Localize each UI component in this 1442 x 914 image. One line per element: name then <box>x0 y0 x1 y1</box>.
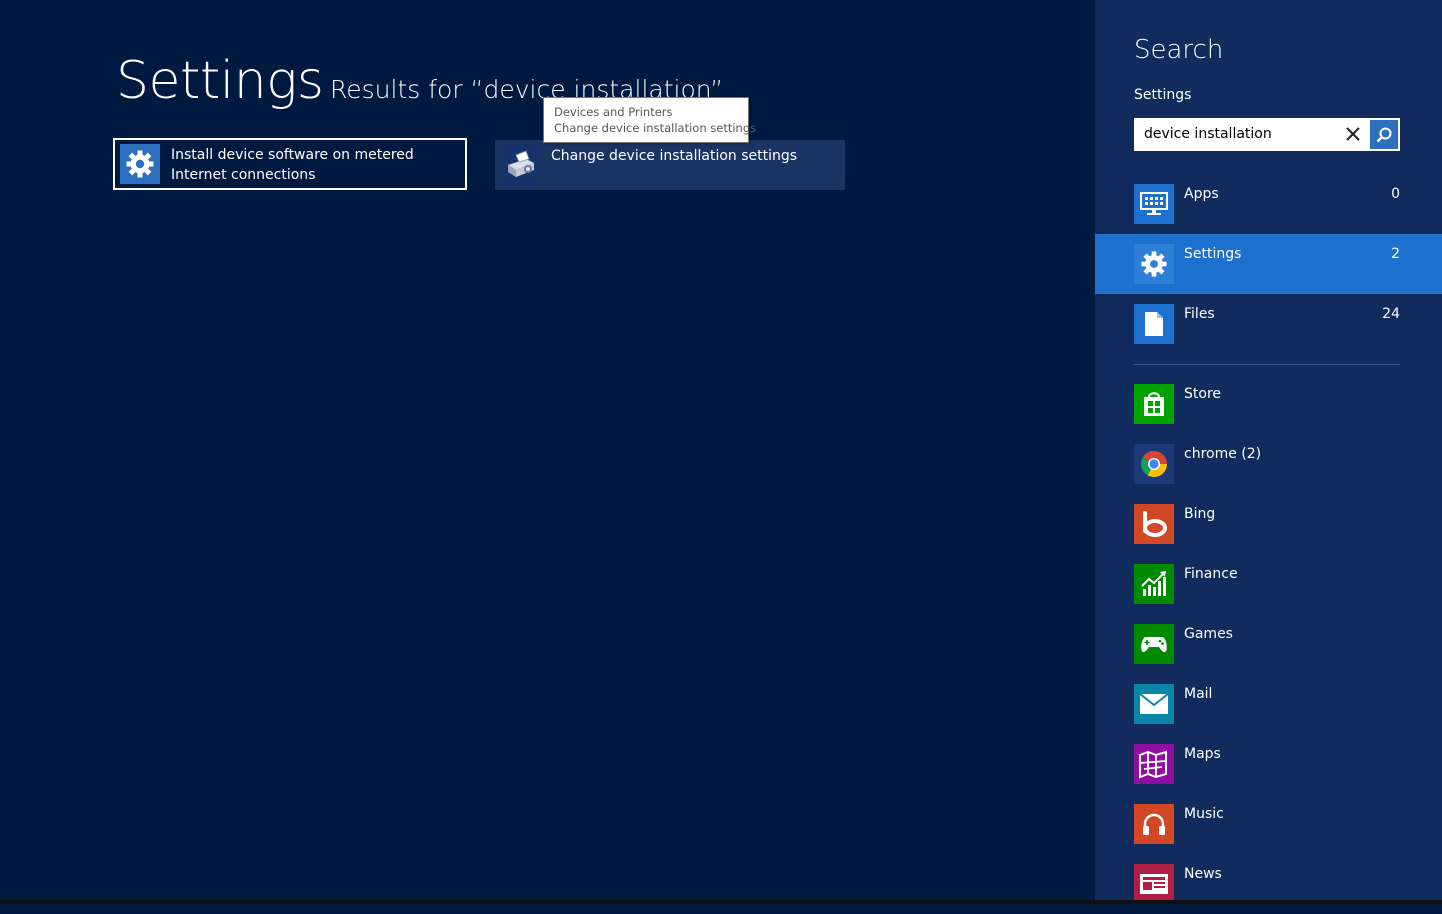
scope-label: Settings <box>1184 246 1242 262</box>
tooltip-title: Devices and Printers <box>554 105 673 119</box>
app-label: Finance <box>1184 566 1238 582</box>
file-icon <box>1134 304 1174 344</box>
apps-icon <box>1134 184 1174 224</box>
screen-bottom-edge <box>0 900 1442 904</box>
search-input[interactable] <box>1134 118 1344 149</box>
app-chrome[interactable]: chrome (2) <box>1095 434 1442 494</box>
scope-files[interactable]: Files 24 <box>1095 294 1442 354</box>
devices-printers-icon <box>500 145 540 185</box>
app-label: Games <box>1184 626 1233 642</box>
gear-icon <box>120 144 160 184</box>
scope-label: Apps <box>1184 186 1219 202</box>
app-music[interactable]: Music <box>1095 794 1442 854</box>
app-label: Music <box>1184 806 1224 822</box>
app-label: Store <box>1184 386 1222 402</box>
result-install-device-software[interactable]: Install device software on metered Inter… <box>113 138 467 190</box>
gear-icon <box>1134 244 1174 284</box>
maps-icon <box>1134 744 1174 784</box>
chrome-icon <box>1134 444 1174 484</box>
app-mail[interactable]: Mail <box>1095 674 1442 734</box>
result-label: Install device software on metered Inter… <box>171 147 414 183</box>
finance-icon <box>1134 564 1174 604</box>
scope-count: 0 <box>1391 186 1400 202</box>
search-results-area: Settings Results for “device installatio… <box>0 0 1095 904</box>
app-label: News <box>1184 866 1222 882</box>
clear-search-button[interactable] <box>1340 121 1366 147</box>
games-icon <box>1134 624 1174 664</box>
music-icon <box>1134 804 1174 844</box>
scope-apps[interactable]: Apps 0 <box>1095 174 1442 234</box>
page-title: Settings <box>116 51 324 111</box>
result-label: Change device installation settings <box>551 148 798 164</box>
search-icon <box>1376 127 1392 142</box>
mail-icon <box>1134 684 1174 724</box>
close-icon <box>1346 127 1360 141</box>
scope-count: 24 <box>1382 306 1400 322</box>
search-box <box>1134 118 1400 151</box>
tooltip-description: Change device installation settings <box>554 121 757 135</box>
app-news[interactable]: News <box>1095 854 1442 914</box>
bing-icon <box>1134 504 1174 544</box>
store-icon <box>1134 384 1174 424</box>
search-pane: Search Settings device installation Apps… <box>1095 0 1442 904</box>
scope-settings[interactable]: Settings 2 <box>1095 234 1442 294</box>
app-games[interactable]: Games <box>1095 614 1442 674</box>
result-tooltip: Devices and Printers Change device insta… <box>543 97 757 143</box>
app-store[interactable]: Store <box>1095 374 1442 434</box>
news-icon <box>1134 864 1174 904</box>
app-label: chrome (2) <box>1184 446 1262 462</box>
app-finance[interactable]: Finance <box>1095 554 1442 614</box>
app-maps[interactable]: Maps <box>1095 734 1442 794</box>
search-button[interactable] <box>1370 120 1398 149</box>
search-scope-label: Settings <box>1134 87 1192 103</box>
app-bing[interactable]: Bing <box>1095 494 1442 554</box>
search-pane-title: Search <box>1134 35 1224 65</box>
app-label: Maps <box>1184 746 1221 762</box>
divider <box>1134 364 1400 365</box>
app-label: Mail <box>1184 686 1213 702</box>
app-label: Bing <box>1184 506 1216 522</box>
scope-count: 2 <box>1391 246 1400 262</box>
scope-label: Files <box>1184 306 1215 322</box>
result-change-device-installation[interactable]: Change device installation settings <box>495 140 845 190</box>
